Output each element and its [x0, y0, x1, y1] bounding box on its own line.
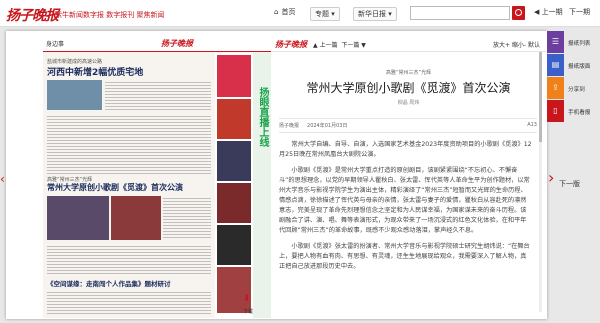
article-logo: 扬子晚报 [275, 40, 307, 49]
home-icon: ⌂ [274, 8, 279, 16]
reset-zoom-button[interactable]: 默认 [528, 42, 540, 49]
top-bar: 扬子晚报 紫牛新闻数字报 数字报刊 聚焦新闻 ⌂ 首页 专题 ▾ 新华日报 ▾ … [0, 0, 600, 27]
article-paragraph: 常州大学自编、自导、自演，入选国家艺术基金2023年度资助项目的小歌剧《觅渡》1… [279, 141, 532, 158]
mobile-icon: ▯ [547, 100, 564, 122]
topic-dropdown[interactable]: 专题 ▾ [310, 7, 340, 21]
search-input[interactable] [410, 6, 510, 20]
prev-issue-link[interactable]: ◀ 上一期 [534, 7, 563, 17]
article-subhead: 盐城市新建成的高速公路 [47, 59, 103, 65]
article-kicker: 高雅“常州三杰”光辉 [385, 70, 432, 76]
share-icon: ⇪ [547, 77, 564, 99]
ad-image [217, 141, 251, 181]
download-label[interactable]: 下载 [243, 308, 253, 315]
ad-image [217, 225, 251, 265]
zoom-out-button[interactable]: 缩小- [512, 42, 526, 49]
next-issue-link[interactable]: 下一期 [569, 7, 590, 17]
next-article-link[interactable]: 下一篇 ▼ [341, 42, 366, 49]
ad-image [217, 183, 251, 223]
ad-column [215, 53, 253, 318]
list-icon: ☰ [547, 31, 564, 53]
pdf-download-icon[interactable]: ⬇ [243, 294, 256, 307]
search-button[interactable] [512, 6, 525, 20]
newspaper-page[interactable]: 身边事 扬子晚报 盐城市新建成的高速公路 河西中新增2幅优质宅地 高雅“常州三杰… [43, 36, 271, 318]
news-photo [111, 196, 161, 240]
news-photo [47, 80, 102, 110]
article-paragraph: 小歌剧《觅渡》张太雷的扮演者、常州大学音乐与影视学院硕士研究生胡炜说：“在舞台上… [279, 243, 530, 270]
livestream-ad-text: 扬眼直播上线 [257, 87, 268, 147]
text-block [163, 196, 211, 240]
article-paragraph: 小歌剧《觅渡》是常州大学重点打造的原创剧目，该剧紧紧围绕“不忘初心、不懈奋斗”的… [279, 167, 530, 234]
prev-page-arrow[interactable]: ‹ [0, 172, 7, 186]
article-headline[interactable]: 《空间谋缘：走南闯个人作品集》题材研讨 [47, 278, 171, 288]
side-share[interactable]: ⇪ 分享到 [547, 77, 600, 99]
article-pane: 扬子晚报 ▲ 上一篇 下一篇 ▼ 放大+ 缩小- 默认 高雅“常州三杰”光辉 常… [271, 36, 546, 318]
site-logo[interactable]: 扬子晚报 [6, 5, 59, 25]
article-date: 2024年01月03日 [307, 123, 348, 129]
article-scrollbar[interactable] [539, 52, 542, 312]
zoom-in-button[interactable]: 放大+ [493, 42, 510, 49]
article-headline[interactable]: 常州大学原创小歌剧《觅渡》首次公演 [47, 182, 183, 193]
text-block [47, 244, 211, 274]
text-block [105, 80, 211, 110]
paper-header: 身边事 扬子晚报 [43, 36, 271, 52]
next-page-label[interactable]: 下一版 [559, 179, 580, 189]
history-dropdown[interactable]: 新华日报 ▾ [353, 7, 397, 21]
home-link[interactable]: ⌂ 首页 [274, 7, 295, 17]
article-byline: 柳晶 周炜 [397, 100, 420, 106]
layout-icon: ▤ [547, 54, 564, 76]
site-slogan: 紫牛新闻数字报 数字报刊 聚焦新闻 [55, 11, 165, 19]
text-block [47, 290, 211, 316]
article-toolbar: 扬子晚报 ▲ 上一篇 下一篇 ▼ 放大+ 缩小- 默认 [271, 36, 546, 52]
article-meta: 扬子晚报 2024年01月03日 A13 [279, 118, 537, 133]
ad-image [217, 99, 251, 139]
paper-logo: 扬子晚报 [161, 39, 193, 48]
article-source: 扬子晚报 [279, 123, 300, 129]
page-section-name: 身边事 [46, 41, 65, 48]
side-page-layout[interactable]: ▤ 报纸版面 [547, 54, 600, 76]
article-page-number: A13 [527, 122, 537, 128]
ad-image [217, 55, 251, 97]
news-photo [47, 196, 109, 240]
prev-article-link[interactable]: ▲ 上一篇 [313, 42, 338, 49]
text-block [47, 114, 211, 174]
article-title: 常州大学原创小歌剧《觅渡》首次公演 [306, 81, 511, 95]
side-mobile[interactable]: ▯ 手机看报 [547, 100, 600, 122]
livestream-ad[interactable]: 扬眼直播上线 [253, 53, 271, 318]
side-paper-list[interactable]: ☰ 报纸列表 [547, 31, 600, 53]
scrollbar-thumb[interactable] [539, 52, 542, 142]
article-headline[interactable]: 河西中新增2幅优质宅地 [47, 65, 143, 78]
article-body: 常州大学自编、自导、自演，入选国家艺术基金2023年度资助项目的小歌剧《觅渡》1… [279, 140, 532, 316]
